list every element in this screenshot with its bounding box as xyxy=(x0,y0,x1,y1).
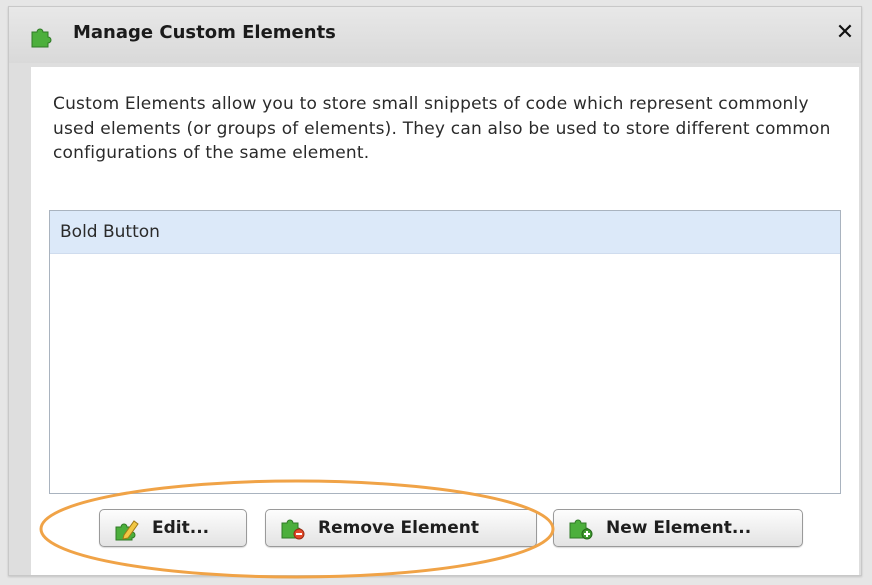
new-element-icon xyxy=(568,515,594,541)
dialog-title: Manage Custom Elements xyxy=(73,22,336,43)
new-element-button-label: New Element... xyxy=(606,518,752,538)
dialog-content: Custom Elements allow you to store small… xyxy=(31,67,859,575)
remove-element-button-label: Remove Element xyxy=(318,518,479,538)
dialog-titlebar: Manage Custom Elements ✕ xyxy=(9,7,861,63)
list-item-label: Bold Button xyxy=(60,222,160,242)
description-text: Custom Elements allow you to store small… xyxy=(53,94,831,163)
list-item[interactable]: Bold Button xyxy=(50,211,840,254)
new-element-button[interactable]: New Element... xyxy=(553,509,803,547)
edit-button[interactable]: Edit... xyxy=(99,509,247,547)
remove-element-button[interactable]: Remove Element xyxy=(265,509,537,547)
manage-custom-elements-dialog: Manage Custom Elements ✕ Custom Elements… xyxy=(8,6,862,576)
close-icon[interactable]: ✕ xyxy=(831,19,859,47)
edit-pencil-icon xyxy=(114,515,140,541)
edit-button-label: Edit... xyxy=(152,518,210,538)
remove-element-icon xyxy=(280,515,306,541)
puzzle-icon xyxy=(29,23,55,49)
custom-elements-list[interactable]: Bold Button xyxy=(49,210,841,494)
